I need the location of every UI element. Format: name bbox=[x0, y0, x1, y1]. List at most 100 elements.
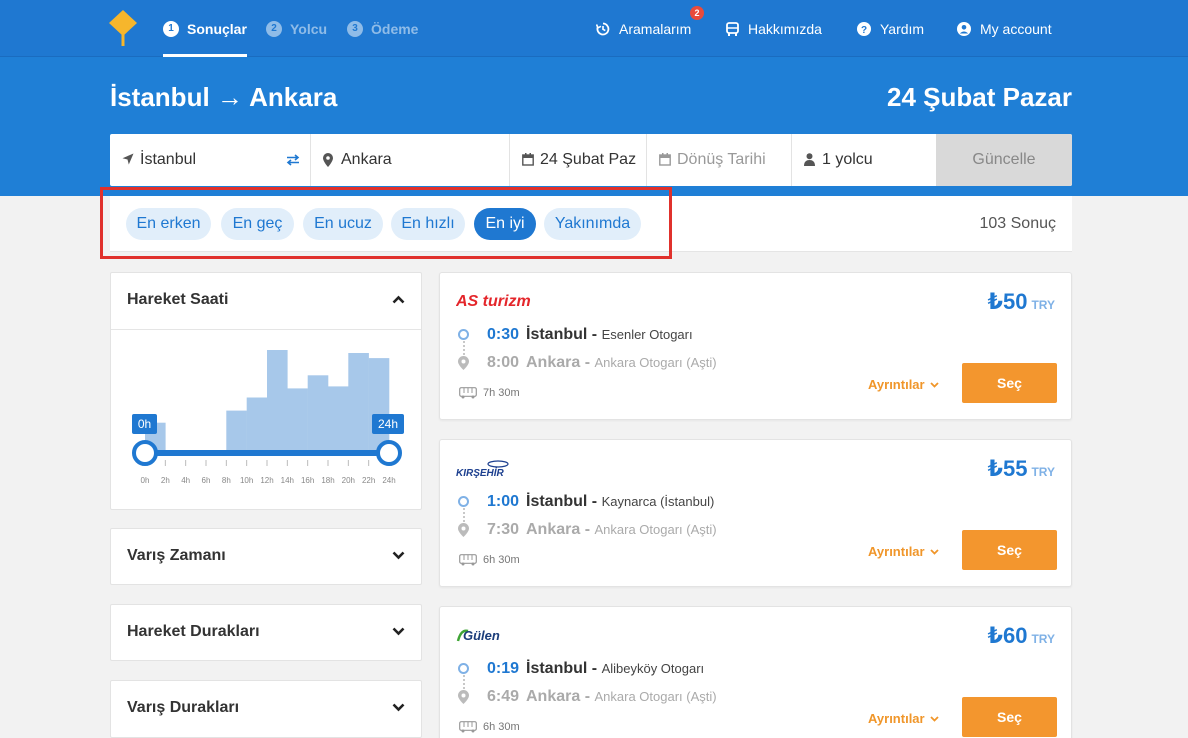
price-amount: ₺60 bbox=[987, 623, 1028, 648]
range-max-label: 24h bbox=[378, 417, 398, 431]
step-passenger[interactable]: 2 Yolcu bbox=[266, 0, 327, 57]
chevron-down-icon[interactable] bbox=[392, 627, 405, 636]
departure-location: İstanbul - Esenler Otogarı bbox=[526, 326, 693, 344]
range-tick-label: 8h bbox=[222, 476, 231, 485]
passenger-field[interactable]: 1 yolcu bbox=[792, 134, 936, 186]
step-number: 2 bbox=[266, 20, 282, 37]
update-search-button[interactable]: Güncelle bbox=[936, 134, 1072, 186]
duration-text: 7h 30m bbox=[483, 387, 520, 399]
arrival-stops-panel[interactable]: Varış Durakları bbox=[110, 680, 422, 738]
range-tick-label: 24h bbox=[382, 476, 395, 485]
departure-city: İstanbul - bbox=[526, 326, 598, 343]
histogram-bar bbox=[246, 397, 268, 451]
departure-location: İstanbul - Alibeyköy Otogarı bbox=[526, 660, 704, 678]
chevron-down-icon[interactable] bbox=[392, 703, 405, 712]
departure-station: Esenler Otogarı bbox=[601, 327, 693, 342]
range-tick-label: 4h bbox=[181, 476, 190, 485]
range-max-handle[interactable] bbox=[376, 440, 402, 466]
map-marker-icon bbox=[323, 153, 333, 167]
arrival-time: 7:30 bbox=[487, 521, 520, 538]
trip-duration: 6h 30m bbox=[459, 721, 520, 733]
chevron-down-icon[interactable] bbox=[392, 551, 405, 560]
calendar-icon bbox=[659, 153, 671, 166]
origin-value: İstanbul bbox=[140, 151, 197, 168]
duration-text: 6h 30m bbox=[483, 721, 520, 733]
range-tick-label: 14h bbox=[281, 476, 294, 485]
departure-date-value: 24 Şubat Paz bbox=[540, 151, 637, 168]
swap-icon[interactable] bbox=[286, 154, 300, 166]
nav-help[interactable]: ? Yardım bbox=[857, 0, 924, 57]
chevron-down-icon bbox=[929, 381, 939, 388]
nav-my-account-label: My account bbox=[980, 20, 1052, 37]
departure-histogram: 0h 2h 4h 6h 8h 10h 12h 14h 16h 18h 20h 22h 24h 0h 24h bbox=[132, 350, 404, 485]
kirsehir-logo: KIRŞEHİR bbox=[456, 460, 509, 479]
calendar-icon bbox=[522, 153, 534, 166]
nav-about[interactable]: Hakkımızda bbox=[726, 0, 822, 57]
search-bar: İstanbul Ankara 24 Şubat Paz Dönüş Tarih… bbox=[110, 134, 1072, 186]
departure-date-field[interactable]: 24 Şubat Paz bbox=[510, 134, 647, 186]
bus-icon bbox=[459, 554, 477, 566]
arrival-location: Ankara - Ankara Otogarı (Aşti) bbox=[526, 688, 717, 706]
histogram-bar bbox=[226, 410, 247, 451]
departure-city: İstanbul - bbox=[526, 660, 598, 677]
return-date-field[interactable]: Dönüş Tarihi bbox=[647, 134, 792, 186]
details-toggle[interactable]: Ayrıntılar bbox=[868, 377, 939, 392]
result-card[interactable]: Gülen ₺60 TRY 0:19 İstanbul - Alibeyköy … bbox=[439, 606, 1072, 738]
departure-location: İstanbul - Kaynarca (İstanbul) bbox=[526, 493, 714, 511]
arrival-city: Ankara - bbox=[526, 354, 591, 371]
range-min-handle[interactable] bbox=[132, 440, 158, 466]
departure-stops-panel[interactable]: Hareket Durakları bbox=[110, 604, 422, 661]
gulen-logo: Gülen bbox=[456, 628, 500, 643]
step-results[interactable]: 1 Sonuçlar bbox=[163, 0, 247, 57]
price: ₺50 TRY bbox=[988, 289, 1055, 315]
step-label: Sonuçlar bbox=[187, 20, 247, 37]
details-toggle[interactable]: Ayrıntılar bbox=[868, 544, 939, 559]
result-card[interactable]: AS turizm ₺50 TRY 0:30 İstanbul - Esenle… bbox=[439, 272, 1072, 420]
histogram-bar bbox=[368, 358, 390, 451]
logo-icon[interactable] bbox=[109, 10, 137, 46]
details-label: Ayrıntılar bbox=[868, 711, 925, 726]
nav-my-searches[interactable]: Aramalarım bbox=[596, 0, 691, 57]
user-circle-icon bbox=[957, 21, 971, 36]
operator-logo-text: Gülen bbox=[463, 628, 500, 643]
select-button[interactable]: Seç bbox=[962, 363, 1057, 403]
price-currency: TRY bbox=[1031, 632, 1055, 646]
departure-stops-title: Hareket Durakları bbox=[127, 623, 260, 640]
departure-station: Alibeyköy Otogarı bbox=[601, 661, 705, 676]
departure-time: 0:19 bbox=[487, 660, 520, 677]
range-tick-label: 2h bbox=[161, 476, 170, 485]
departure-time: 1:00 bbox=[487, 493, 520, 510]
price-amount: ₺50 bbox=[987, 289, 1028, 314]
range-tick-label: 18h bbox=[321, 476, 334, 485]
route-title: İstanbul → Ankara bbox=[110, 82, 338, 112]
nav-help-label: Yardım bbox=[880, 20, 925, 37]
arrival-station: Ankara Otogarı (Aşti) bbox=[594, 522, 717, 537]
range-track bbox=[145, 450, 389, 456]
arrival-time: 6:49 bbox=[487, 688, 520, 705]
histogram-bar bbox=[267, 350, 288, 451]
price-currency: TRY bbox=[1031, 298, 1055, 312]
help-icon: ? bbox=[857, 21, 871, 36]
return-date-placeholder: Dönüş Tarihi bbox=[677, 151, 766, 168]
details-toggle[interactable]: Ayrıntılar bbox=[868, 711, 939, 726]
result-card[interactable]: KIRŞEHİR ₺55 TRY 1:00 İstanbul - Kaynarc… bbox=[439, 439, 1072, 587]
range-tick-label: 22h bbox=[362, 476, 375, 485]
arrival-station: Ankara Otogarı (Aşti) bbox=[594, 689, 717, 704]
departure-station: Kaynarca (İstanbul) bbox=[601, 494, 715, 509]
step-payment[interactable]: 3 Ödeme bbox=[347, 0, 418, 57]
range-tick-label: 0h bbox=[141, 476, 150, 485]
searches-count-badge: 2 bbox=[690, 6, 704, 20]
arrival-time-panel[interactable]: Varış Zamanı bbox=[110, 528, 422, 585]
select-button[interactable]: Seç bbox=[962, 530, 1057, 570]
origin-field[interactable]: İstanbul bbox=[110, 134, 311, 186]
departure-time: 0:30 bbox=[487, 326, 520, 343]
bus-icon bbox=[459, 721, 477, 733]
select-button[interactable]: Seç bbox=[962, 697, 1057, 737]
destination-field[interactable]: Ankara bbox=[311, 134, 510, 186]
histogram-bar bbox=[348, 353, 369, 451]
nav-about-label: Hakkımızda bbox=[748, 20, 822, 37]
price-currency: TRY bbox=[1031, 465, 1055, 479]
duration-text: 6h 30m bbox=[483, 554, 520, 566]
arrival-city: Ankara - bbox=[526, 521, 591, 538]
nav-my-account[interactable]: My account bbox=[957, 0, 1052, 57]
